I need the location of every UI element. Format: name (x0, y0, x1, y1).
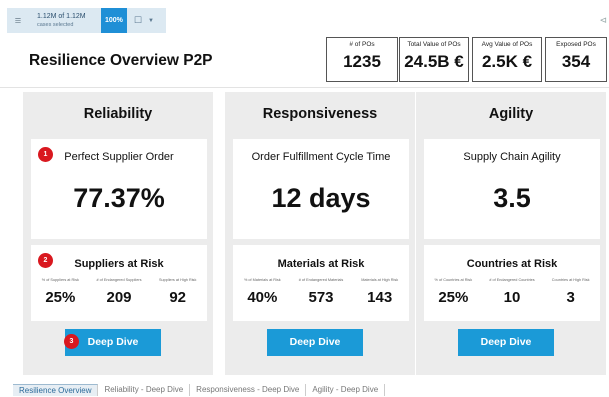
kpi-value: 354 (561, 52, 591, 71)
metric-value: 92 (169, 289, 187, 306)
card-supply-chain-agility: Supply Chain Agility 3.5 (424, 139, 600, 239)
selection-info: 1.12M of 1.12M cases selected (29, 13, 101, 29)
metric-high-risk: Suppliers at High Risk 92 (148, 278, 207, 306)
metric-value: 209 (106, 289, 132, 306)
metric-value: 40% (247, 289, 278, 306)
card-title: Countries at Risk (466, 258, 558, 270)
metric-value: 25% (438, 289, 469, 306)
kpi-label: Total Value of POs (407, 41, 461, 48)
metric-label: Countries at High Risk (551, 278, 590, 282)
metric-label: % of Materials at Risk (243, 278, 281, 282)
metric-value: 3 (566, 289, 575, 306)
selection-bar[interactable]: ≡ 1.12M of 1.12M cases selected 100% ☐ ▼ (7, 8, 166, 33)
step-badge: 1 (38, 147, 53, 162)
card-title: Materials at Risk (277, 258, 365, 270)
panel-title: Responsiveness (262, 106, 378, 122)
step-badge: 3 (64, 334, 79, 349)
card-value: 3.5 (493, 183, 531, 213)
metric-endangered-count: # of Endangered Suppliers 209 (90, 278, 149, 306)
header-divider (0, 87, 609, 88)
metric-label: % of Countries at Risk (434, 278, 473, 282)
page-title: Resilience Overview P2P (29, 52, 213, 69)
risk-metrics: % of Suppliers at Risk 25% # of Endanger… (31, 278, 207, 306)
tab-reliability-deep-dive[interactable]: Reliability - Deep Dive (98, 384, 191, 396)
card-title: Suppliers at Risk (74, 258, 164, 270)
metric-percent-at-risk: % of Materials at Risk 40% (233, 278, 292, 306)
risk-metrics: % of Materials at Risk 40% # of Endanger… (233, 278, 409, 306)
card-materials-at-risk: Materials at Risk % of Materials at Risk… (233, 245, 409, 321)
kpi-label: # of POs (349, 41, 375, 48)
kpi-label: Avg Value of POs (481, 41, 533, 48)
card-countries-at-risk: Countries at Risk % of Countries at Risk… (424, 245, 600, 321)
kpi-avg-value: Avg Value of POs 2.5K € (472, 37, 542, 82)
metric-endangered-count: # of Endangered Materials 573 (292, 278, 351, 306)
selection-percent: 100% (101, 8, 127, 33)
hamburger-icon[interactable]: ≡ (7, 15, 29, 27)
kpi-value: 2.5K € (481, 52, 533, 71)
kpi-exposed-pos: Exposed POs 354 (545, 37, 607, 82)
metric-value: 573 (308, 289, 334, 306)
card-title: Supply Chain Agility (463, 151, 561, 163)
metric-value: 143 (367, 289, 393, 306)
risk-metrics: % of Countries at Risk 25% # of Endanger… (424, 278, 600, 306)
card-suppliers-at-risk: Suppliers at Risk % of Suppliers at Risk… (31, 245, 207, 321)
kpi-value: 1235 (343, 52, 381, 71)
metric-high-risk: Materials at High Risk 143 (350, 278, 409, 306)
card-value: 12 days (271, 183, 371, 213)
tab-agility-deep-dive[interactable]: Agility - Deep Dive (306, 384, 386, 396)
card-title: Order Fulfillment Cycle Time (251, 151, 391, 163)
panel-responsiveness: Responsiveness Order Fulfillment Cycle T… (225, 92, 415, 375)
kpi-total-value: Total Value of POs 24.5B € (399, 37, 469, 82)
metric-label: Suppliers at High Risk (159, 278, 197, 282)
metric-label: # of Endangered Countries (489, 278, 535, 282)
metric-label: % of Suppliers at Risk (41, 278, 79, 282)
metric-endangered-count: # of Endangered Countries 10 (483, 278, 542, 306)
card-order-fulfillment-cycle-time: Order Fulfillment Cycle Time 12 days (233, 139, 409, 239)
selection-count: 1.12M of 1.12M (37, 12, 86, 20)
deep-dive-button-reliability[interactable]: Deep Dive (65, 329, 161, 356)
metric-percent-at-risk: % of Suppliers at Risk 25% (31, 278, 90, 306)
chevron-down-icon[interactable]: ▼ (142, 18, 154, 24)
share-icon[interactable]: ⊲ (599, 15, 607, 26)
kpi-number-of-pos: # of POs 1235 (326, 37, 398, 82)
card-title: Perfect Supplier Order (64, 151, 174, 163)
metric-percent-at-risk: % of Countries at Risk 25% (424, 278, 483, 306)
metric-label: # of Endangered Materials (298, 278, 344, 282)
metric-high-risk: Countries at High Risk 3 (541, 278, 600, 306)
panel-agility: Agility Supply Chain Agility 3.5 Countri… (416, 92, 606, 375)
screen-icon[interactable]: ☐ (127, 15, 142, 26)
top-bar: ≡ 1.12M of 1.12M cases selected 100% ☐ ▼… (0, 0, 609, 40)
card-perfect-supplier-order: Perfect Supplier Order 77.37% (31, 139, 207, 239)
metric-value: 10 (503, 289, 521, 306)
deep-dive-button-agility[interactable]: Deep Dive (458, 329, 554, 356)
kpi-label: Exposed POs (556, 41, 596, 48)
sheet-tabs: Resilience Overview Reliability - Deep D… (13, 384, 386, 396)
kpi-value: 24.5B € (404, 52, 464, 71)
deep-dive-button-responsiveness[interactable]: Deep Dive (267, 329, 363, 356)
tab-responsiveness-deep-dive[interactable]: Responsiveness - Deep Dive (190, 384, 307, 396)
metric-label: # of Endangered Suppliers (96, 278, 142, 282)
panel-reliability: Reliability Perfect Supplier Order 77.37… (23, 92, 213, 375)
tab-resilience-overview[interactable]: Resilience Overview (13, 384, 99, 396)
panel-title: Agility (488, 106, 534, 122)
selection-label: cases selected (37, 21, 74, 28)
step-badge: 2 (38, 253, 53, 268)
metric-value: 25% (45, 289, 76, 306)
metric-label: Materials at High Risk (361, 278, 399, 282)
card-value: 77.37% (73, 183, 165, 213)
panel-title: Reliability (83, 106, 153, 122)
